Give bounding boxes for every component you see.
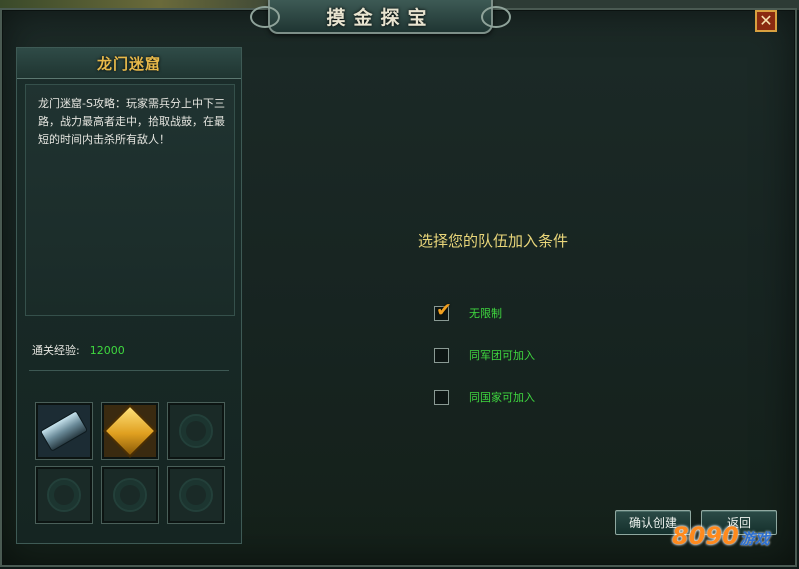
option-same-country[interactable]: 同国家可加入 <box>434 389 535 405</box>
site-watermark: 8090 游戏 <box>672 522 770 550</box>
option-label: 同国家可加入 <box>469 391 535 404</box>
iron-ingot-icon <box>39 410 89 452</box>
checkbox-same-legion[interactable] <box>434 347 449 363</box>
clear-exp-row: 通关经验: 12000 <box>32 342 125 358</box>
panel-header: 龙门迷窟 <box>17 48 241 79</box>
description-box: 龙门迷窟-S攻略：玩家需兵分上中下三路，战力最高者走中，拾取战鼓，在最短的时间内… <box>25 84 235 316</box>
option-label: 同军团可加入 <box>469 349 535 362</box>
checkbox-no-restriction[interactable]: ✔ <box>434 300 452 321</box>
reward-slot-3[interactable] <box>167 402 225 460</box>
option-no-restriction[interactable]: ✔ 无限制 <box>434 300 502 321</box>
reward-slot-1[interactable] <box>35 402 93 460</box>
checkbox-same-country[interactable] <box>434 389 449 405</box>
reward-slot-4[interactable] <box>35 466 93 524</box>
watermark-number: 8090 <box>672 522 739 550</box>
dungeon-description: 龙门迷窟-S攻略：玩家需兵分上中下三路，战力最高者走中，拾取战鼓，在最短的时间内… <box>38 97 225 146</box>
watermark-text: 游戏 <box>739 530 770 548</box>
window-title: 摸金探宝 <box>326 6 435 29</box>
divider <box>29 370 229 371</box>
reward-slot-5[interactable] <box>101 466 159 524</box>
join-condition-title: 选择您的队伍加入条件 <box>418 232 569 250</box>
window-title-plate: 摸金探宝 <box>250 0 511 34</box>
gold-bar-icon <box>103 404 157 458</box>
exp-value: 12000 <box>89 344 125 357</box>
option-same-legion[interactable]: 同军团可加入 <box>434 347 535 363</box>
option-label: 无限制 <box>469 307 502 320</box>
close-button[interactable]: ✕ <box>755 10 777 32</box>
checkmark-icon: ✔ <box>436 298 452 321</box>
dungeon-info-panel: 龙门迷窟 龙门迷窟-S攻略：玩家需兵分上中下三路，战力最高者走中，拾取战鼓，在最… <box>16 47 242 544</box>
exp-label: 通关经验: <box>32 344 80 357</box>
reward-slot-2[interactable] <box>101 402 159 460</box>
reward-slot-6[interactable] <box>167 466 225 524</box>
dungeon-name: 龙门迷窟 <box>96 54 161 73</box>
